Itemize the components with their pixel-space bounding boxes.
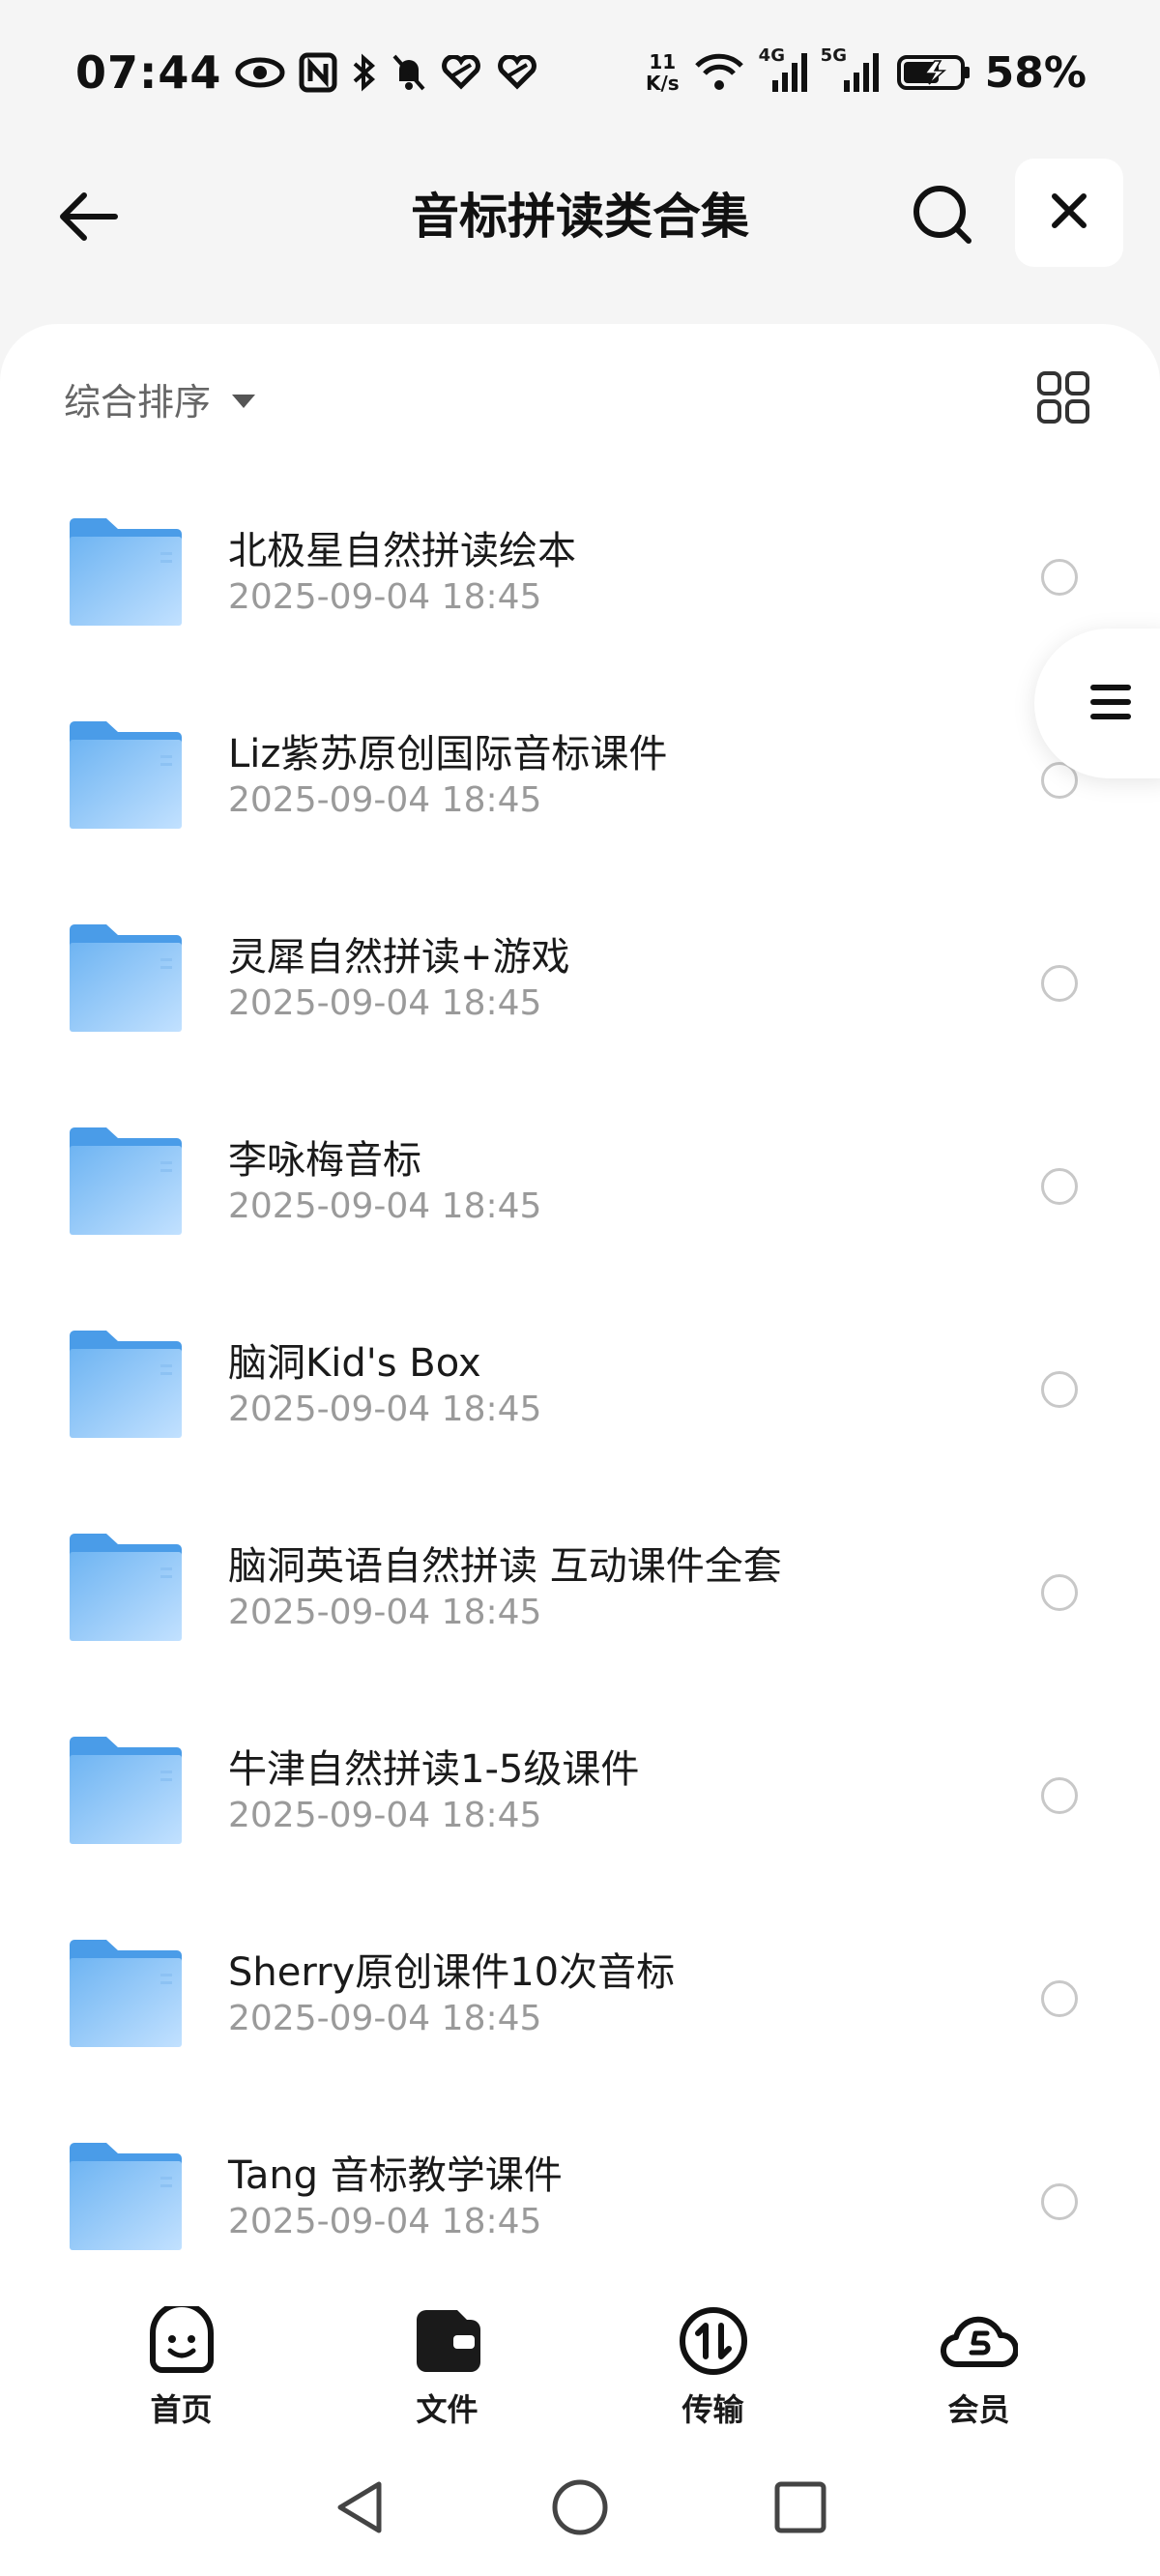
net-speed: 11 K/s: [646, 51, 680, 94]
file-row[interactable]: Liz紫苏原创国际音标课件 2025-09-04 18:45: [0, 672, 1160, 875]
file-date: 2025-09-04 18:45: [228, 1390, 542, 1429]
nav-vip[interactable]: 会员: [846, 2258, 1112, 2442]
file-name: 脑洞Kid's Box: [228, 1341, 481, 1386]
grid-view-icon: [1036, 371, 1090, 428]
net-speed-value: 11: [649, 50, 677, 73]
status-left: 07:44: [75, 46, 538, 99]
file-name: 牛津自然拼读1-5级课件: [228, 1747, 640, 1792]
arrow-left-icon: [55, 190, 119, 248]
folder-icon: [68, 720, 184, 831]
wallet-folder-icon: [411, 2306, 484, 2380]
header: 音标拼读类合集: [0, 145, 1160, 280]
file-date: 2025-09-04 18:45: [228, 1999, 542, 2038]
status-time: 07:44: [75, 46, 222, 99]
search-icon: [911, 183, 974, 250]
file-row[interactable]: Tang 音标教学课件 2025-09-04 18:45: [0, 2093, 1160, 2258]
signal-icon-5g: 5G: [821, 45, 883, 94]
bottom-nav: 首页 文件 传输 会员: [0, 2258, 1160, 2442]
status-bar: 07:44 11 K/s 4G 5G 58%: [0, 0, 1160, 145]
cloud-vip-icon: [940, 2306, 1019, 2380]
system-home-icon[interactable]: [551, 2478, 609, 2540]
smiley-home-icon: [145, 2301, 218, 2380]
search-button[interactable]: [904, 178, 981, 255]
network-5g-label: 5G: [820, 45, 847, 66]
heart-sync-icon: [440, 55, 482, 90]
close-button[interactable]: [1015, 159, 1123, 267]
select-checkbox[interactable]: [1041, 1980, 1078, 2017]
select-checkbox[interactable]: [1041, 965, 1078, 1002]
signal-icon-4g: 4G: [759, 45, 807, 94]
file-row[interactable]: 李咏梅音标 2025-09-04 18:45: [0, 1078, 1160, 1281]
file-date: 2025-09-04 18:45: [228, 1186, 542, 1226]
file-date: 2025-09-04 18:45: [228, 577, 542, 617]
file-row[interactable]: 脑洞Kid's Box 2025-09-04 18:45: [0, 1281, 1160, 1484]
eye-icon: [235, 56, 285, 89]
folder-icon: [68, 1330, 184, 1440]
grid-view-button[interactable]: [1036, 370, 1090, 424]
list-toolbar: 综合排序: [0, 324, 1160, 469]
file-row[interactable]: 牛津自然拼读1-5级课件 2025-09-04 18:45: [0, 1687, 1160, 1890]
system-recents-icon[interactable]: [773, 2480, 827, 2538]
net-speed-unit: K/s: [645, 72, 680, 95]
select-checkbox[interactable]: [1041, 2183, 1078, 2220]
system-nav-bar: [0, 2442, 1160, 2576]
file-date: 2025-09-04 18:45: [228, 780, 542, 820]
sort-dropdown[interactable]: 综合排序: [64, 372, 256, 425]
bell-off-icon: [392, 52, 426, 93]
file-date: 2025-09-04 18:45: [228, 983, 542, 1023]
transfer-icon: [677, 2306, 750, 2380]
nav-transfer-label: 传输: [682, 2391, 744, 2428]
select-checkbox[interactable]: [1041, 1371, 1078, 1408]
page-title: 音标拼读类合集: [411, 189, 749, 245]
network-4g-label: 4G: [758, 45, 785, 66]
folder-icon: [68, 1736, 184, 1846]
folder-icon: [68, 2142, 184, 2252]
nfc-icon: [299, 52, 337, 93]
menu-lines-icon: [1090, 683, 1131, 725]
file-row[interactable]: 北极星自然拼读绘本 2025-09-04 18:45: [0, 469, 1160, 672]
file-date: 2025-09-04 18:45: [228, 1796, 542, 1835]
folder-icon: [68, 1127, 184, 1237]
heart-sync-icon: [496, 55, 538, 90]
nav-transfer[interactable]: 传输: [580, 2258, 846, 2442]
bluetooth-icon: [351, 52, 378, 93]
nav-home-label: 首页: [150, 2391, 213, 2428]
file-name: 灵犀自然拼读+游戏: [228, 935, 570, 980]
file-row[interactable]: 灵犀自然拼读+游戏 2025-09-04 18:45: [0, 875, 1160, 1078]
back-button[interactable]: [48, 180, 126, 257]
wifi-icon: [693, 52, 745, 93]
file-name: 北极星自然拼读绘本: [228, 529, 576, 573]
close-icon: [1050, 191, 1088, 234]
file-name: Liz紫苏原创国际音标课件: [228, 732, 668, 776]
file-name: Tang 音标教学课件: [228, 2153, 563, 2198]
battery-percentage: 58%: [984, 47, 1087, 98]
file-row[interactable]: Sherry原创课件10次音标 2025-09-04 18:45: [0, 1890, 1160, 2093]
file-name: 李咏梅音标: [228, 1138, 421, 1183]
nav-vip-label: 会员: [947, 2391, 1010, 2428]
nav-home[interactable]: 首页: [48, 2258, 314, 2442]
file-panel: 综合排序 北极星自然拼读绘本 2025-09-04 18:45 Liz紫苏原创国际音…: [0, 324, 1160, 2258]
file-name: 脑洞英语自然拼读 互动课件全套: [228, 1544, 782, 1589]
file-date: 2025-09-04 18:45: [228, 2202, 542, 2241]
folder-icon: [68, 1939, 184, 2049]
folder-icon: [68, 923, 184, 1034]
select-checkbox[interactable]: [1041, 1777, 1078, 1814]
nav-files[interactable]: 文件: [314, 2258, 580, 2442]
select-checkbox[interactable]: [1041, 1574, 1078, 1611]
system-back-icon[interactable]: [333, 2478, 387, 2540]
file-list: 北极星自然拼读绘本 2025-09-04 18:45 Liz紫苏原创国际音标课件 20…: [0, 469, 1160, 2258]
status-right: 11 K/s 4G 5G 58%: [646, 45, 1087, 98]
folder-icon: [68, 1533, 184, 1643]
folder-icon: [68, 517, 184, 628]
file-date: 2025-09-04 18:45: [228, 1593, 542, 1632]
select-checkbox[interactable]: [1041, 1168, 1078, 1205]
select-checkbox[interactable]: [1041, 559, 1078, 596]
nav-files-label: 文件: [416, 2391, 478, 2428]
caret-down-icon: [232, 394, 256, 408]
sort-label: 综合排序: [64, 381, 212, 424]
battery-charging-icon: [896, 53, 972, 92]
file-row[interactable]: 脑洞英语自然拼读 互动课件全套 2025-09-04 18:45: [0, 1484, 1160, 1687]
file-name: Sherry原创课件10次音标: [228, 1950, 676, 1995]
